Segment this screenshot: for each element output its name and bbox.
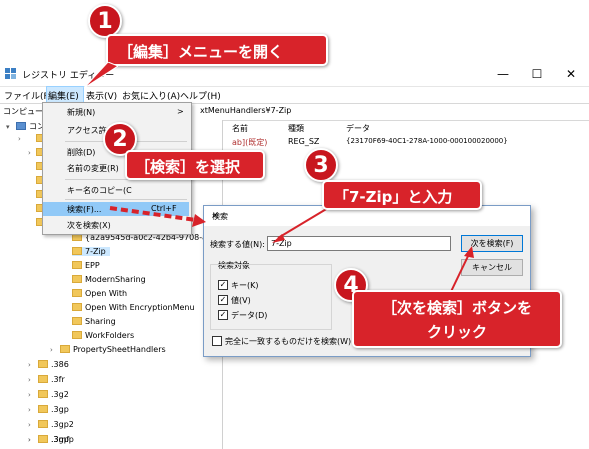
folder-icon xyxy=(38,375,48,383)
expand-chevron-icon[interactable]: › xyxy=(18,135,21,143)
find-what-label: 検索する値(N): xyxy=(210,240,265,249)
tree-item-workfolders[interactable]: WorkFolders xyxy=(72,331,134,340)
step1-callout: ［編集］メニューを開く xyxy=(106,34,328,66)
tree-item-propertysheethandlers[interactable]: PropertySheetHandlers xyxy=(60,345,166,354)
minimize-button[interactable]: — xyxy=(488,65,518,83)
step4-callout-line1: ［次を検索］ボタンを xyxy=(381,299,532,317)
folder-icon xyxy=(38,420,48,428)
tree-item-3g2[interactable]: .3g2 xyxy=(38,390,69,399)
menu-file[interactable]: ファイル(F) xyxy=(4,89,52,102)
folder-icon xyxy=(72,275,82,283)
expand-chevron-icon[interactable]: › xyxy=(50,346,53,354)
folder-icon xyxy=(72,247,82,255)
column-name[interactable]: 名前 xyxy=(232,123,248,134)
dialog-close-button[interactable]: ✕ xyxy=(212,211,522,220)
tree-item-386[interactable]: .386 xyxy=(38,360,69,369)
tree-item-epp[interactable]: EPP xyxy=(72,261,100,270)
expand-chevron-icon[interactable]: › xyxy=(28,391,31,399)
folder-icon xyxy=(72,331,82,339)
folder-icon xyxy=(72,303,82,311)
tree-item-3fr[interactable]: .3fr xyxy=(38,375,65,384)
folder-icon xyxy=(38,360,48,368)
tree-item-modernsharing[interactable]: ModernSharing xyxy=(72,275,146,284)
look-at-group xyxy=(210,264,332,330)
tree-item-openwith[interactable]: Open With xyxy=(72,289,127,298)
folder-icon xyxy=(72,317,82,325)
step1-pointer xyxy=(83,62,118,89)
column-data[interactable]: データ xyxy=(346,123,370,134)
step3-badge: 3 xyxy=(304,148,338,182)
folder-icon xyxy=(60,345,70,353)
value-data: {23170F69-40C1-278A-1000-000100020000} xyxy=(346,137,508,145)
folder-icon xyxy=(38,405,48,413)
tree-item-sharing[interactable]: Sharing xyxy=(72,317,116,326)
keys-label: キー(K) xyxy=(231,281,259,290)
tree-item-3mf[interactable]: .3mf xyxy=(38,435,69,444)
tree-root[interactable]: コン xyxy=(16,121,45,132)
folder-icon xyxy=(38,390,48,398)
expand-chevron-icon[interactable]: › xyxy=(28,376,31,384)
match-whole-checkbox[interactable] xyxy=(212,336,222,346)
folder-icon xyxy=(72,289,82,297)
keys-checkbox[interactable]: ✓ xyxy=(218,280,228,290)
maximize-button[interactable]: ☐ xyxy=(522,65,552,83)
menu-help[interactable]: ヘルプ(H) xyxy=(180,89,221,102)
values-checkbox[interactable]: ✓ xyxy=(218,295,228,305)
column-type[interactable]: 種類 xyxy=(288,123,304,134)
menu-view[interactable]: 表示(V) xyxy=(86,89,117,102)
list-header: 名前 種類 データ xyxy=(224,120,589,135)
step4-callout: ［次を検索］ボタンを クリック xyxy=(352,290,562,348)
data-label: データ(D) xyxy=(231,311,268,320)
data-checkbox[interactable]: ✓ xyxy=(218,310,228,320)
expand-chevron-icon[interactable]: › xyxy=(28,149,31,157)
value-name: ab](既定) xyxy=(232,138,268,147)
dashed-arrow xyxy=(109,206,206,227)
step4-callout-line2: クリック xyxy=(426,323,487,341)
expand-chevron-icon[interactable]: › xyxy=(28,436,31,444)
expand-chevron-icon[interactable]: › xyxy=(28,361,31,369)
values-label: 値(V) xyxy=(231,296,251,305)
tree-item-openwith-encryption[interactable]: Open With EncryptionMenu xyxy=(72,303,195,312)
address-path: xtMenuHandlers¥7-Zip xyxy=(200,106,292,115)
computer-icon xyxy=(16,122,26,130)
value-type: REG_SZ xyxy=(288,137,320,146)
menu-item-copy-key-name[interactable]: キー名のコピー(C xyxy=(43,183,189,197)
folder-icon xyxy=(38,435,48,443)
expand-chevron-icon[interactable]: › xyxy=(28,406,31,414)
match-whole-label: 完全に一致するものだけを検索(W) xyxy=(225,337,352,346)
step2-callout: ［検索］を選択 xyxy=(125,150,265,180)
tree-item-3gp[interactable]: .3gp xyxy=(38,405,69,414)
step3-callout: 「7-Zip」と入力 xyxy=(322,180,482,210)
step1-badge: 1 xyxy=(88,4,122,38)
menu-edit-label[interactable]: 編集(E) xyxy=(48,89,79,102)
tree-item-3gp2[interactable]: .3gp2 xyxy=(38,420,74,429)
expand-chevron-icon[interactable]: › xyxy=(28,421,31,429)
close-button[interactable]: ✕ xyxy=(556,65,586,83)
menu-favorites[interactable]: お気に入り(A) xyxy=(122,89,180,102)
menu-item-new[interactable]: 新規(N) > xyxy=(43,105,189,119)
tree-item-7zip[interactable]: 7-Zip xyxy=(72,247,110,256)
folder-icon xyxy=(72,261,82,269)
registry-editor-icon xyxy=(5,68,16,79)
expand-chevron-icon[interactable]: ▾ xyxy=(6,123,10,131)
